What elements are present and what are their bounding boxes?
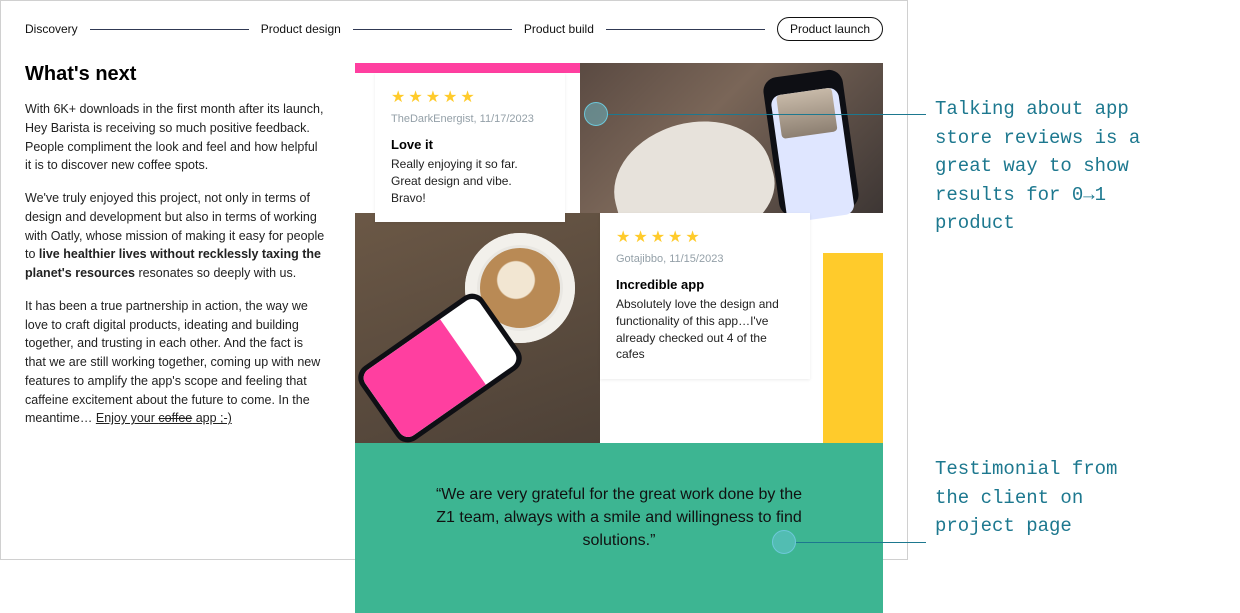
stepper-item-discovery[interactable]: Discovery [25,22,78,36]
section-heading: What's next [25,63,325,86]
photo-coffee-table [355,213,600,443]
annotation-line: Talking about app [935,95,1235,124]
text: resonates so deeply with us. [135,266,296,280]
stepper-divider [353,29,512,30]
link-text[interactable]: Enjoy your coffee app ;-) [96,411,232,425]
review-title: Love it [391,137,549,152]
strikethrough-text: coffee [158,411,192,425]
review-title: Incredible app [616,277,794,292]
stepper-divider [90,29,249,30]
review-body: Really enjoying it so far. Great design … [391,156,549,206]
star-rating-icon: ★★★★★ [391,87,549,107]
process-stepper: Discovery Product design Product build P… [25,17,883,41]
review-meta: TheDarkEnergist, 11/17/2023 [391,113,549,125]
case-study-page: Discovery Product design Product build P… [0,0,908,560]
text: It has been a true partnership in action… [25,299,320,426]
annotation-line: great way to show [935,152,1235,181]
paragraph: We've truly enjoyed this project, not on… [25,189,325,283]
stepper-item-product-build[interactable]: Product build [524,22,594,36]
annotation-line: store reviews is a [935,124,1235,153]
accent-block-yellow [823,253,883,443]
annotation-line: the client on [935,484,1235,513]
review-card: ★★★★★ Gotajibbo, 11/15/2023 Incredible a… [600,213,810,379]
star-rating-icon: ★★★★★ [616,227,794,247]
text: Enjoy your [96,411,159,425]
annotation-line: project page [935,512,1235,541]
annotation-marker-icon [772,530,796,554]
media-column: ★★★★★ TheDarkEnergist, 11/17/2023 Love i… [355,63,883,563]
stepper-item-product-design[interactable]: Product design [261,22,341,36]
phone-mockup [762,68,861,218]
stepper-item-product-launch[interactable]: Product launch [777,17,883,41]
annotation-line: product [935,209,1235,238]
annotation-connector [796,542,926,543]
review-meta: Gotajibbo, 11/15/2023 [616,253,794,265]
phone-screen [360,295,521,441]
annotation-line: results for 0→1 [935,181,1235,210]
paragraph: It has been a true partnership in action… [25,297,325,428]
text: app ;-) [192,411,232,425]
testimonial-block: “We are very grateful for the great work… [355,443,883,613]
annotation-line: Testimonial from [935,455,1235,484]
phone-screen [770,87,855,223]
main-content: What's next With 6K+ downloads in the fi… [25,63,883,563]
client-quote: “We are very grateful for the great work… [425,483,813,553]
annotation-text: Testimonial from the client on project p… [935,455,1235,541]
review-body: Absolutely love the design and functiona… [616,296,794,363]
text-column: What's next With 6K+ downloads in the fi… [25,63,325,563]
annotation-text: Talking about app store reviews is a gre… [935,95,1235,238]
accent-bar-pink [355,63,580,73]
review-card: ★★★★★ TheDarkEnergist, 11/17/2023 Love i… [375,73,565,222]
stepper-divider [606,29,765,30]
annotation-marker-icon [584,102,608,126]
photo-hand-holding-phone [580,63,883,213]
paragraph: With 6K+ downloads in the first month af… [25,100,325,175]
annotation-connector [608,114,926,115]
